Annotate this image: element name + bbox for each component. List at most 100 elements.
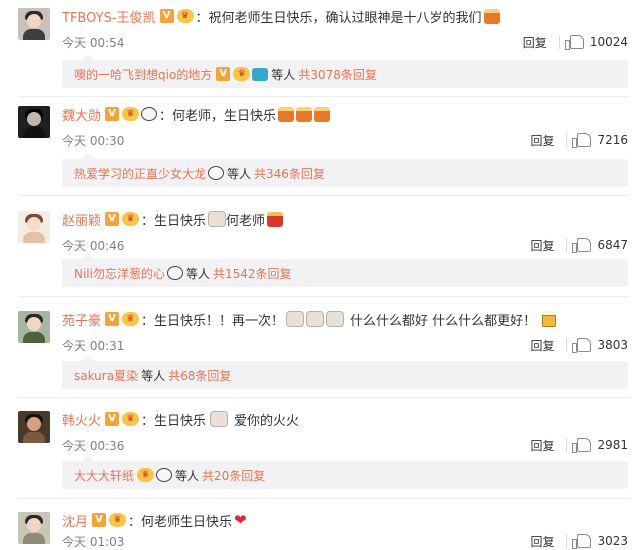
timestamp: 今天 00:54	[62, 35, 125, 50]
comment-text: 祝何老师生日快乐，确认过眼神是十八岁的我们	[208, 10, 482, 26]
subreply-count[interactable]: 共20条回复	[202, 467, 265, 484]
comment-line: 赵丽颖 V ♛ ： 生日快乐 何老师	[62, 208, 284, 230]
colon-text: ：	[128, 514, 142, 530]
subreply-middle: 等人	[271, 67, 296, 82]
row-divider	[18, 296, 630, 297]
username[interactable]: 魏大勋	[62, 105, 101, 124]
divider-line	[558, 35, 560, 49]
reply-button[interactable]: 回复	[530, 132, 554, 149]
subreply-user[interactable]: 噢的一哈飞到想qio的地方	[74, 66, 212, 83]
row-divider	[18, 96, 630, 97]
subreply-summary[interactable]: 大大大轩纸 ♛ 等人 共20条回复	[62, 455, 628, 489]
like-button[interactable]: 3023	[572, 534, 628, 549]
vip-crown-icon: ♛	[122, 212, 140, 226]
avatar[interactable]	[18, 411, 50, 443]
avatar[interactable]	[18, 512, 50, 544]
avatar[interactable]	[18, 8, 50, 40]
vip-crown-icon: ♛	[122, 312, 140, 326]
verified-icon: V	[159, 9, 174, 23]
comment-actions: 回复 6847	[530, 236, 628, 254]
divider-line	[566, 338, 568, 352]
comment-text: 何老师生日快乐	[141, 514, 233, 530]
subreply-count[interactable]: 共346条回复	[254, 165, 325, 182]
subreply-count[interactable]: 共3078条回复	[298, 66, 377, 83]
colon-text: ：	[141, 313, 155, 329]
like-count: 10024	[589, 35, 628, 49]
panda-emoji-icon	[156, 468, 173, 482]
avatar[interactable]	[18, 211, 50, 243]
divider-line	[566, 534, 568, 548]
like-count: 7216	[597, 133, 628, 147]
vip-crown-icon: ♛	[176, 9, 194, 23]
comment-text: 生日快乐	[154, 413, 207, 429]
subreply-user[interactable]: 大大大轩纸	[74, 467, 134, 484]
thumb-up-icon	[572, 438, 592, 453]
comment-actions: 回复 3803	[530, 336, 628, 354]
username[interactable]: 赵丽颖	[62, 210, 101, 229]
comment-line: TFBOYS-王俊凯 V ♛ ： 祝何老师生日快乐，确认过眼神是十八岁的我们	[62, 5, 500, 27]
timestamp: 今天 00:30	[62, 133, 125, 148]
subreply-user[interactable]: Nili勿忘洋葱的心	[74, 265, 165, 282]
like-button[interactable]: 3803	[572, 338, 628, 353]
like-button[interactable]: 10024	[564, 35, 628, 50]
thumb-up-icon	[572, 133, 592, 148]
subreply-count[interactable]: 共1542条回复	[213, 265, 292, 282]
comment-text: 何老师，生日快乐	[172, 108, 277, 124]
reply-button[interactable]: 回复	[530, 237, 554, 254]
heart-emoji-icon: ❤	[234, 511, 247, 529]
cake-emoji-icon	[286, 311, 305, 327]
comment-actions: 回复 7216	[530, 131, 628, 149]
username[interactable]: TFBOYS-王俊凯	[62, 7, 156, 26]
comment-text: 什么什么都好 什么什么都更好！	[350, 313, 537, 329]
subreply-middle: 等人	[227, 166, 252, 181]
comment-feed: TFBOYS-王俊凯 V ♛ ： 祝何老师生日快乐，确认过眼神是十八岁的我们 今…	[0, 0, 640, 550]
thumb-up-icon	[572, 338, 592, 353]
colon-text: ：	[159, 108, 173, 124]
reply-button[interactable]: 回复	[523, 34, 547, 51]
divider-line	[566, 438, 568, 452]
comment-text: 爱你的火火	[234, 413, 300, 429]
subreply-user[interactable]: sakura夏染	[74, 367, 138, 384]
beer-emoji-icon	[542, 311, 557, 327]
reply-button[interactable]: 回复	[530, 337, 554, 354]
avatar[interactable]	[18, 106, 50, 138]
cake-emoji-icon	[483, 8, 500, 24]
row-divider	[18, 195, 630, 196]
like-button[interactable]: 2981	[572, 438, 628, 453]
cake-emoji-icon	[208, 211, 227, 227]
verified-icon: V	[105, 212, 120, 226]
comment-line: 苑子豪 V ♛ ： 生日快乐！！再一次！ 什么什么都好 什么什么都更好！	[62, 308, 557, 330]
like-count: 3023	[597, 534, 628, 548]
comment-actions: 回复 3023	[530, 532, 628, 550]
colon-text: ：	[141, 213, 155, 229]
subreply-count[interactable]: 共68条回复	[168, 367, 231, 384]
like-button[interactable]: 6847	[572, 238, 628, 253]
subreply-user[interactable]: 热爱学习的正直少女大龙	[74, 165, 206, 182]
username[interactable]: 韩火火	[62, 410, 101, 429]
username[interactable]: 苑子豪	[62, 310, 101, 329]
reply-button[interactable]: 回复	[530, 437, 554, 454]
comment-actions: 回复 2981	[530, 436, 628, 454]
subreply-summary[interactable]: Nili勿忘洋葱的心 等人 共1542条回复	[62, 253, 628, 287]
like-button[interactable]: 7216	[572, 133, 628, 148]
comment-text: 生日快乐！！再一次！	[154, 313, 285, 329]
comment-actions: 回复 10024	[523, 33, 628, 51]
subreply-middle: 等人	[141, 368, 166, 383]
vip-crown-icon: ♛	[122, 412, 140, 426]
verified-icon: V	[105, 412, 120, 426]
vip-crown-icon: ♛	[137, 468, 155, 482]
verified-icon: V	[92, 513, 107, 527]
timestamp: 今天 00:36	[62, 438, 125, 453]
thumb-up-icon	[564, 35, 584, 50]
comment-text: 何老师	[226, 213, 266, 229]
reply-button[interactable]: 回复	[530, 533, 554, 550]
comment-line: 沈月 V ♛ ： 何老师生日快乐 ❤	[62, 509, 247, 531]
cake-emoji-icon	[278, 106, 295, 122]
avatar[interactable]	[18, 311, 50, 343]
subreply-summary[interactable]: 噢的一哈飞到想qio的地方 V ♛ 等人 共3078条回复	[62, 54, 628, 88]
subreply-summary[interactable]: sakura夏染 等人 共68条回复	[62, 355, 628, 389]
username[interactable]: 沈月	[62, 511, 88, 530]
subreply-summary[interactable]: 热爱学习的正直少女大龙 等人 共346条回复	[62, 153, 628, 187]
timestamp: 今天 00:46	[62, 238, 125, 253]
divider-line	[566, 133, 568, 147]
